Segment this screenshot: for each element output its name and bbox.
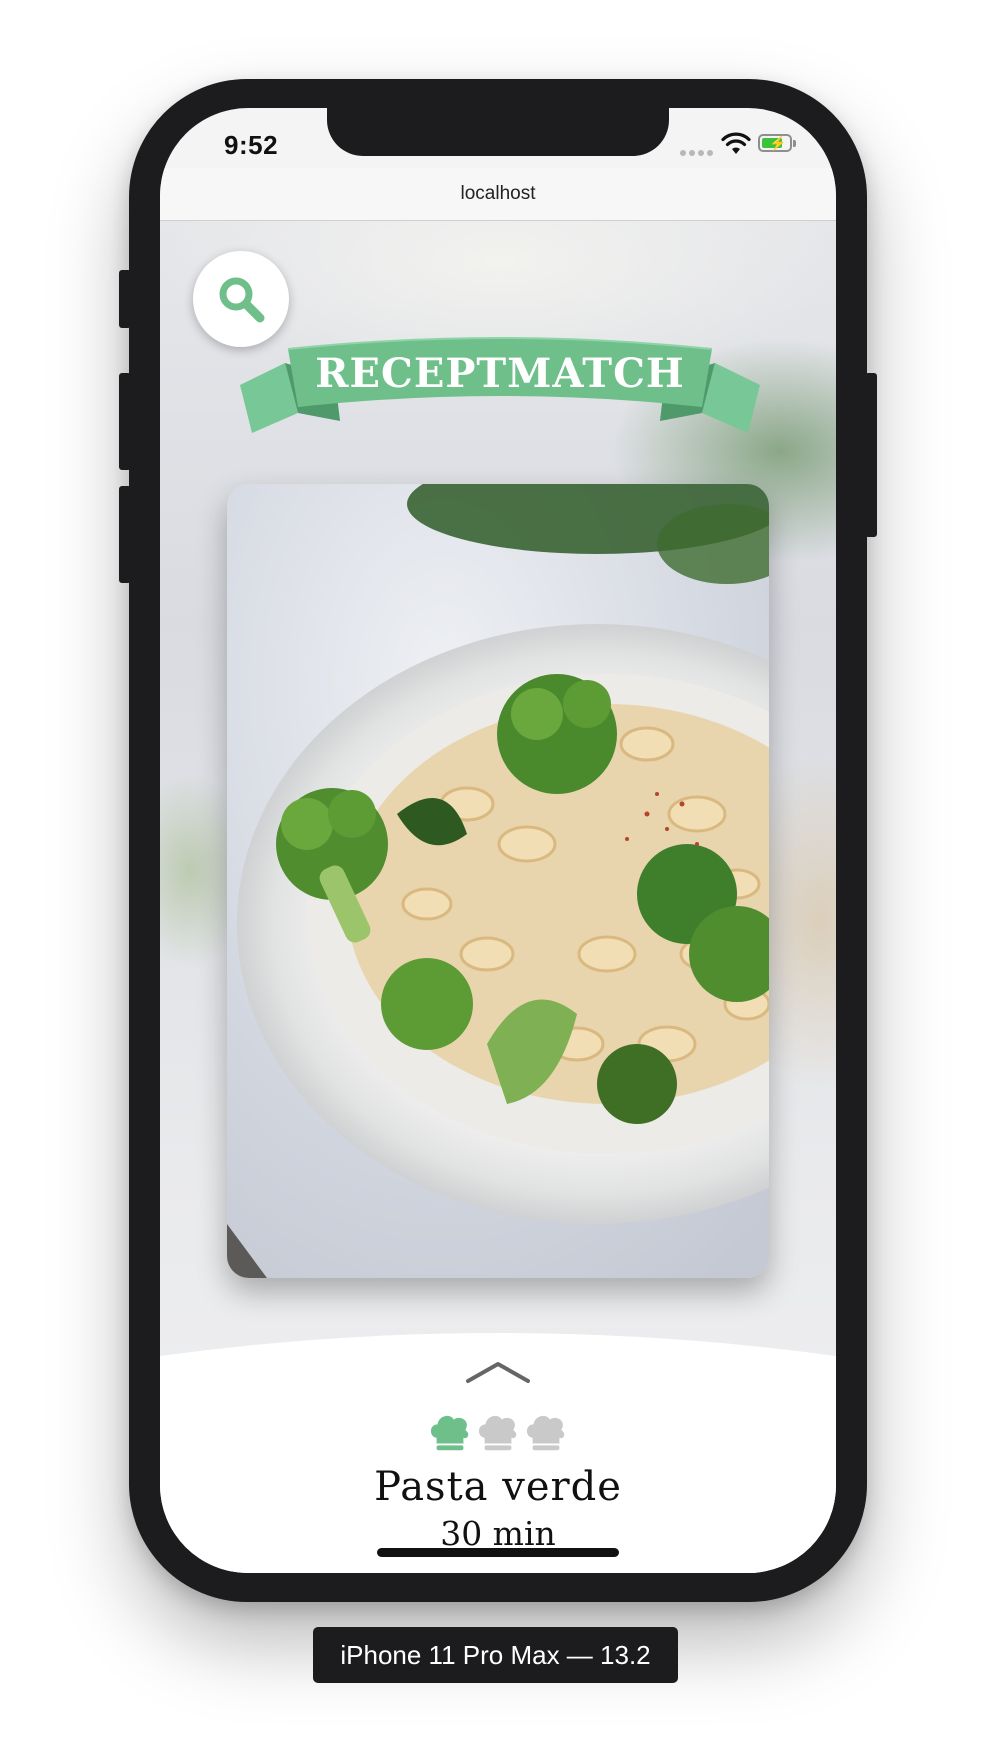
brand-ribbon: RECEPTMATCH <box>240 337 760 433</box>
device-screen: 9:52 ⚡ localhost RECEPTMATCH Pasta verde… <box>160 108 836 1573</box>
cellular-signal-icon <box>680 150 713 156</box>
chef-hat-icon-empty <box>478 1415 517 1451</box>
browser-address-bar[interactable]: localhost <box>160 168 836 221</box>
search-icon <box>219 277 265 323</box>
chef-hat-icon-empty <box>526 1415 565 1451</box>
recipe-info-sheet[interactable]: Pasta verde 30 min <box>160 1328 836 1573</box>
simulator-device-label: iPhone 11 Pro Max — 13.2 <box>313 1627 678 1683</box>
volume-up-button <box>119 373 131 470</box>
volume-down-button <box>119 486 131 583</box>
recipe-app: RECEPTMATCH Pasta verde 30 min <box>160 221 836 1573</box>
silent-switch <box>119 270 131 328</box>
power-button <box>865 373 877 537</box>
chef-hat-icon-filled <box>430 1415 469 1451</box>
home-indicator[interactable] <box>377 1548 619 1557</box>
chevron-up-icon[interactable] <box>465 1360 531 1384</box>
recipe-photo <box>227 484 769 1278</box>
wifi-icon <box>721 132 751 154</box>
recipe-title: Pasta verde <box>374 1464 622 1510</box>
notch <box>327 108 669 156</box>
battery-charging-icon: ⚡ <box>758 134 796 152</box>
address-text: localhost <box>460 183 536 204</box>
status-time: 9:52 <box>224 130 279 160</box>
difficulty-rating <box>427 1408 569 1456</box>
brand-title: RECEPTMATCH <box>315 350 684 397</box>
recipe-photo-card[interactable] <box>227 484 769 1278</box>
